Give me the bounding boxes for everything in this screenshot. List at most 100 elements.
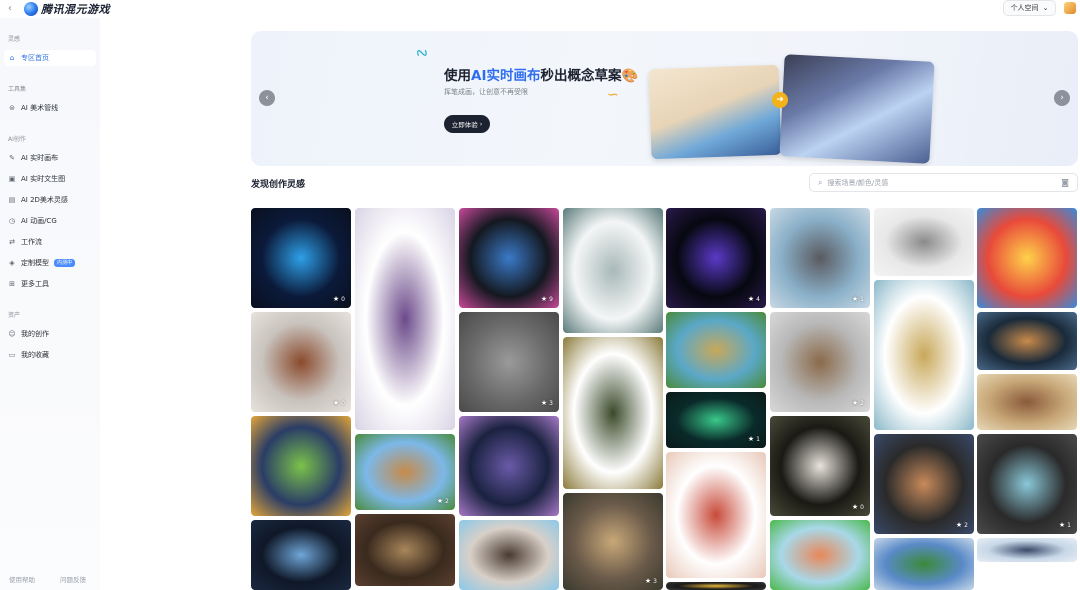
gallery-tile[interactable] [770,520,870,590]
sidebar-item-home[interactable]: ⌂ 专区首页 [4,50,96,66]
sidebar-item-custom-model[interactable]: ◈ 定制模型 内测中 [4,255,96,271]
like-count[interactable]: ★ 2 [437,497,449,505]
sidebar-item-my-creations[interactable]: ☺ 我的创作 [4,326,96,342]
gallery-tile[interactable] [666,312,766,388]
gallery-tile[interactable] [459,416,559,516]
sidebar-item-ai-2d-inspiration[interactable]: ▤ AI 2D美术灵感 [4,192,96,208]
gallery-tile[interactable] [977,208,1077,308]
camera-icon[interactable]: ◙ [1061,178,1069,187]
gallery-tile[interactable]: ★ 3 [563,493,663,590]
like-count[interactable]: ★ 2 [956,521,968,529]
banner-sketch-image [648,64,782,160]
canvas-icon: ✎ [9,154,15,162]
gallery-tile[interactable]: ★ 1 [770,208,870,308]
chevron-down-icon: ⌄ [1042,4,1049,12]
gallery-tile[interactable]: ★ 9 [459,208,559,308]
like-count-value: 2 [860,399,864,407]
personal-space-button[interactable]: 个人空间 ⌄ [1003,0,1056,16]
arrow-right-icon: ➜ [772,92,788,108]
gallery-tile[interactable] [563,208,663,333]
sidebar-item-label: AI 实时画布 [21,154,59,162]
gallery-tile[interactable] [977,374,1077,430]
gallery-tile[interactable]: ★ 2 [355,434,455,510]
banner-title-highlight: AI实时画布 [471,68,541,84]
like-count[interactable]: ★ 1 [1059,521,1071,529]
banner-subtitle: 挥笔成画，让创意不再受限 [444,88,528,96]
gallery-tile[interactable]: ★ 1 [977,434,1077,534]
like-count[interactable]: ★ 9 [541,295,553,303]
gallery-tile[interactable]: ★ 2 [770,312,870,412]
gallery-tile[interactable] [977,538,1077,562]
chevron-left-icon[interactable]: ‹ [8,3,18,15]
try-now-label: 立即体验 [451,121,478,129]
gallery-tile[interactable] [977,312,1077,370]
sidebar-item-my-favorites[interactable]: ▭ 我的收藏 [4,347,96,363]
banner-next-button[interactable]: › [1054,90,1070,106]
gallery-tile[interactable] [874,208,974,276]
star-icon: ★ [955,521,963,529]
sidebar-item-label: AI 美术管线 [21,104,59,112]
like-count[interactable]: ★ 1 [748,435,760,443]
gallery-tile[interactable] [563,337,663,489]
gallery-tile[interactable] [355,208,455,430]
banner-title-post: 秒出概念草案🎨 [540,68,639,84]
sidebar-item-ai-text-to-image[interactable]: ▣ AI 实时文生图 [4,171,96,187]
gallery-tile[interactable]: ★ 3 [459,312,559,412]
like-count-value: 3 [653,577,657,585]
like-count[interactable]: ★ 0 [333,295,345,303]
like-count-value: 3 [549,399,553,407]
image-icon: ▣ [8,175,16,183]
beta-badge: 内测中 [54,259,76,267]
like-count-value: 2 [445,497,449,505]
gallery-tile[interactable] [251,416,351,516]
gallery-tile[interactable] [459,520,559,590]
star-icon: ★ [540,295,548,303]
like-count[interactable]: ★ 3 [541,399,553,407]
feedback-link[interactable]: 问题反馈 [60,574,86,584]
gallery-tile[interactable] [874,280,974,430]
gallery-search-input[interactable]: ⌕ 搜索场景/颜色/灵感 ◙ [809,173,1078,192]
like-count[interactable]: ★ 4 [748,295,760,303]
sidebar-item-more-tools[interactable]: ⊞ 更多工具 [4,276,96,292]
gallery-tile[interactable] [355,514,455,586]
gallery-tile[interactable]: ★ 1 [666,392,766,448]
sidebar-item-workflow[interactable]: ⇄ 工作流 [4,234,96,250]
animation-icon: ◷ [8,217,16,225]
gallery-tile[interactable]: ★ 0 [251,208,351,308]
star-icon: ★ [851,295,859,303]
gallery-tile[interactable] [251,520,351,590]
user-avatar[interactable] [1064,2,1076,14]
sidebar-section-title: 资产 [8,312,21,319]
like-count[interactable]: ★ 1 [852,295,864,303]
sidebar-section-title: 工具集 [8,86,27,93]
gallery-tile[interactable] [666,582,766,590]
gallery-tile[interactable]: ★ 4 [666,208,766,308]
app-logo[interactable]: 腾讯混元游戏 [24,1,110,17]
sidebar-item-ai-art-pipeline[interactable]: ⊜ AI 美术管线 [4,100,96,116]
like-count[interactable]: ★ 0 [333,399,345,407]
star-icon: ★ [851,503,859,511]
sidebar-item-label: 我的收藏 [21,351,49,359]
gallery-tile[interactable] [874,538,974,590]
like-count-value: 0 [341,399,345,407]
help-link[interactable]: 使用帮助 [9,574,35,584]
like-count-value: 2 [964,521,968,529]
gallery-tile[interactable]: ★ 0 [770,416,870,516]
sidebar-item-ai-animation[interactable]: ◷ AI 动画/CG [4,213,96,229]
try-now-button[interactable]: 立即体验 › [444,115,490,133]
gallery-tile[interactable]: ★ 2 [874,434,974,534]
like-count[interactable]: ★ 3 [645,577,657,585]
star-icon: ★ [332,399,340,407]
sidebar-item-label: 专区首页 [21,54,49,62]
promo-banner[interactable]: ∿ ∽ 使用AI实时画布秒出概念草案🎨 挥笔成画，让创意不再受限 立即体验 › … [251,31,1078,166]
gallery-tile[interactable]: ★ 0 [251,312,351,412]
star-icon: ★ [851,399,859,407]
star-icon: ★ [436,497,444,505]
like-count[interactable]: ★ 2 [852,399,864,407]
sidebar-item-label: AI 实时文生图 [21,175,66,183]
banner-prev-button[interactable]: ‹ [259,90,275,106]
folder-icon: ▭ [8,351,16,359]
sidebar-item-ai-realtime-canvas[interactable]: ✎ AI 实时画布 [4,150,96,166]
like-count[interactable]: ★ 0 [852,503,864,511]
gallery-tile[interactable] [666,452,766,578]
